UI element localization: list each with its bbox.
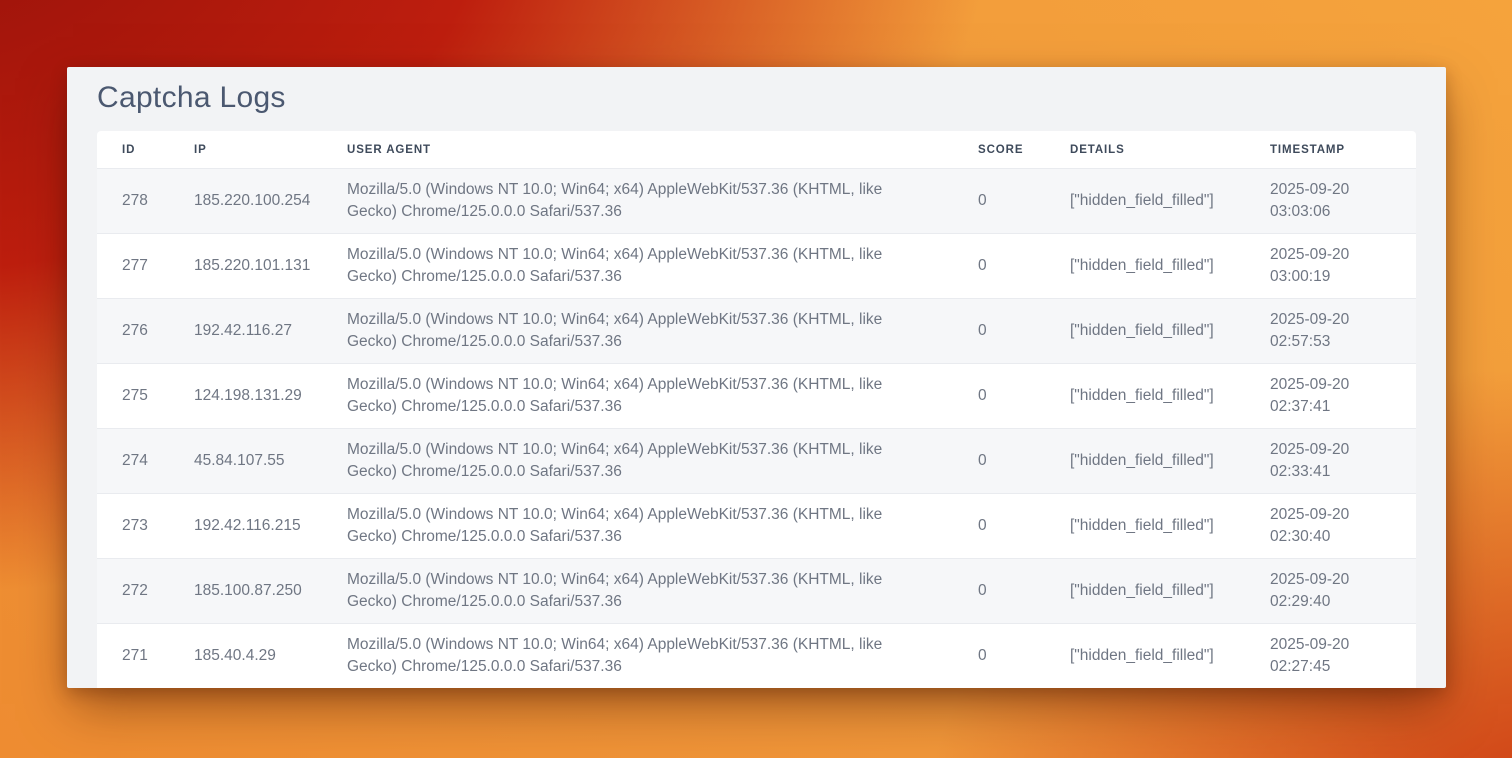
column-header-score: SCORE bbox=[978, 131, 1070, 168]
cell-id: 278 bbox=[97, 168, 194, 233]
cell-details: ["hidden_field_filled"] bbox=[1070, 168, 1270, 233]
cell-timestamp: 2025-09-20 02:29:40 bbox=[1270, 558, 1416, 623]
table-row: 273192.42.116.215Mozilla/5.0 (Windows NT… bbox=[97, 493, 1416, 558]
cell-score: 0 bbox=[978, 298, 1070, 363]
column-header-user-agent: USER AGENT bbox=[347, 131, 978, 168]
cell-details: ["hidden_field_filled"] bbox=[1070, 493, 1270, 558]
cell-user-agent: Mozilla/5.0 (Windows NT 10.0; Win64; x64… bbox=[347, 428, 978, 493]
cell-ip: 45.84.107.55 bbox=[194, 428, 347, 493]
cell-ip: 124.198.131.29 bbox=[194, 363, 347, 428]
cell-user-agent: Mozilla/5.0 (Windows NT 10.0; Win64; x64… bbox=[347, 493, 978, 558]
cell-score: 0 bbox=[978, 233, 1070, 298]
cell-details: ["hidden_field_filled"] bbox=[1070, 298, 1270, 363]
cell-timestamp: 2025-09-20 02:37:41 bbox=[1270, 363, 1416, 428]
table-row: 278185.220.100.254Mozilla/5.0 (Windows N… bbox=[97, 168, 1416, 233]
cell-details: ["hidden_field_filled"] bbox=[1070, 233, 1270, 298]
cell-score: 0 bbox=[978, 558, 1070, 623]
cell-score: 0 bbox=[978, 623, 1070, 688]
table-row: 276192.42.116.27Mozilla/5.0 (Windows NT … bbox=[97, 298, 1416, 363]
cell-details: ["hidden_field_filled"] bbox=[1070, 558, 1270, 623]
cell-timestamp: 2025-09-20 02:30:40 bbox=[1270, 493, 1416, 558]
cell-timestamp: 2025-09-20 02:57:53 bbox=[1270, 298, 1416, 363]
cell-user-agent: Mozilla/5.0 (Windows NT 10.0; Win64; x64… bbox=[347, 168, 978, 233]
cell-id: 275 bbox=[97, 363, 194, 428]
cell-id: 277 bbox=[97, 233, 194, 298]
column-header-timestamp: TIMESTAMP bbox=[1270, 131, 1416, 168]
cell-id: 274 bbox=[97, 428, 194, 493]
cell-details: ["hidden_field_filled"] bbox=[1070, 623, 1270, 688]
cell-score: 0 bbox=[978, 168, 1070, 233]
column-header-id: ID bbox=[97, 131, 194, 168]
captcha-logs-table: ID IP USER AGENT SCORE DETAILS TIMESTAMP… bbox=[97, 131, 1416, 688]
page-title: Captcha Logs bbox=[97, 80, 1416, 116]
cell-timestamp: 2025-09-20 03:03:06 bbox=[1270, 168, 1416, 233]
cell-id: 273 bbox=[97, 493, 194, 558]
cell-user-agent: Mozilla/5.0 (Windows NT 10.0; Win64; x64… bbox=[347, 298, 978, 363]
cell-ip: 185.100.87.250 bbox=[194, 558, 347, 623]
page-background: Captcha Logs ID IP USER AGENT SCORE DETA… bbox=[0, 0, 1512, 758]
cell-score: 0 bbox=[978, 493, 1070, 558]
table-row: 277185.220.101.131Mozilla/5.0 (Windows N… bbox=[97, 233, 1416, 298]
cell-ip: 185.220.101.131 bbox=[194, 233, 347, 298]
cell-score: 0 bbox=[978, 428, 1070, 493]
cell-user-agent: Mozilla/5.0 (Windows NT 10.0; Win64; x64… bbox=[347, 623, 978, 688]
table-row: 272185.100.87.250Mozilla/5.0 (Windows NT… bbox=[97, 558, 1416, 623]
column-header-ip: IP bbox=[194, 131, 347, 168]
captcha-logs-card: Captcha Logs ID IP USER AGENT SCORE DETA… bbox=[67, 67, 1446, 688]
cell-details: ["hidden_field_filled"] bbox=[1070, 428, 1270, 493]
cell-timestamp: 2025-09-20 02:33:41 bbox=[1270, 428, 1416, 493]
table-row: 275124.198.131.29Mozilla/5.0 (Windows NT… bbox=[97, 363, 1416, 428]
cell-ip: 185.220.100.254 bbox=[194, 168, 347, 233]
cell-id: 276 bbox=[97, 298, 194, 363]
cell-id: 271 bbox=[97, 623, 194, 688]
cell-user-agent: Mozilla/5.0 (Windows NT 10.0; Win64; x64… bbox=[347, 363, 978, 428]
table-header-row: ID IP USER AGENT SCORE DETAILS TIMESTAMP bbox=[97, 131, 1416, 168]
table-row: 27445.84.107.55Mozilla/5.0 (Windows NT 1… bbox=[97, 428, 1416, 493]
table-row: 271185.40.4.29Mozilla/5.0 (Windows NT 10… bbox=[97, 623, 1416, 688]
column-header-details: DETAILS bbox=[1070, 131, 1270, 168]
cell-id: 272 bbox=[97, 558, 194, 623]
table-body: 278185.220.100.254Mozilla/5.0 (Windows N… bbox=[97, 168, 1416, 688]
cell-ip: 192.42.116.27 bbox=[194, 298, 347, 363]
cell-details: ["hidden_field_filled"] bbox=[1070, 363, 1270, 428]
cell-timestamp: 2025-09-20 03:00:19 bbox=[1270, 233, 1416, 298]
cell-user-agent: Mozilla/5.0 (Windows NT 10.0; Win64; x64… bbox=[347, 558, 978, 623]
cell-score: 0 bbox=[978, 363, 1070, 428]
cell-ip: 192.42.116.215 bbox=[194, 493, 347, 558]
cell-ip: 185.40.4.29 bbox=[194, 623, 347, 688]
cell-user-agent: Mozilla/5.0 (Windows NT 10.0; Win64; x64… bbox=[347, 233, 978, 298]
cell-timestamp: 2025-09-20 02:27:45 bbox=[1270, 623, 1416, 688]
